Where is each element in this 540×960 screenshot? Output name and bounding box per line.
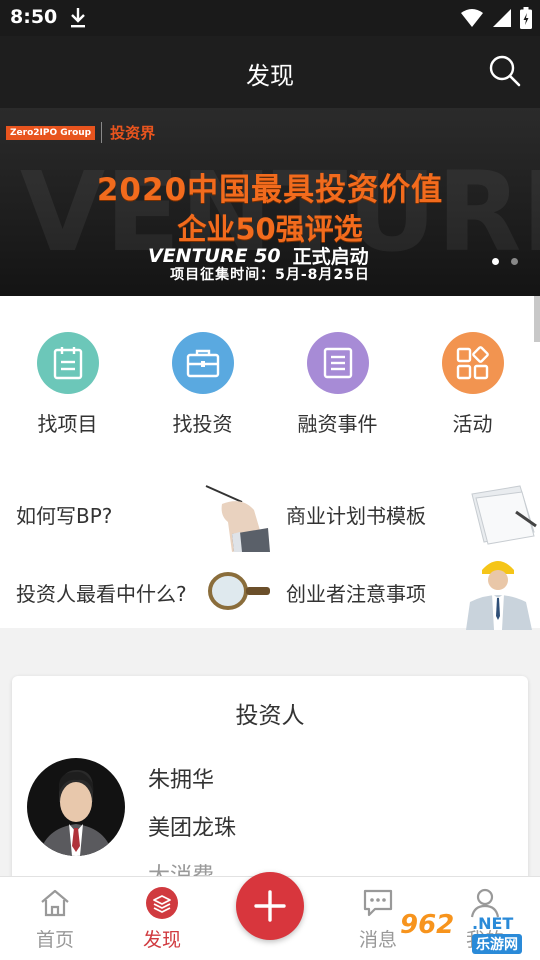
watermark-net: .NET — [472, 914, 514, 933]
promo-banner[interactable]: VENTURE50 Zero2IPO Group 投资界 2020中国最具投资价… — [0, 108, 540, 296]
nav-label: 融资事件 — [297, 412, 378, 436]
nav-find-investment[interactable]: 找投资 — [135, 332, 270, 437]
nav-find-project[interactable]: 找项目 — [0, 332, 135, 437]
paper-stack-icon — [471, 485, 537, 545]
battery-icon — [520, 7, 532, 29]
nav-activities[interactable]: 活动 — [405, 332, 540, 437]
brand-logo: 投资界 — [101, 122, 155, 143]
nav-label: 活动 — [452, 412, 493, 436]
banner-pager — [492, 258, 518, 265]
tab-label: 消息 — [358, 929, 397, 951]
briefcase-icon — [171, 332, 234, 394]
grid-shapes-icon — [441, 332, 504, 394]
investor-card[interactable]: 投资人 朱拥华 美团龙珠 大消费 — [12, 676, 528, 886]
watermark-number: 962 — [400, 910, 455, 940]
add-button[interactable] — [236, 872, 304, 940]
investor-company: 美团龙珠 — [148, 816, 237, 841]
nav-funding-events[interactable]: 融资事件 — [270, 332, 405, 437]
title-bar: 发现 — [0, 36, 540, 108]
guide-founder-notes[interactable]: 创业者注意事项 — [270, 554, 540, 630]
guide-label: 创业者注意事项 — [286, 582, 426, 606]
download-icon — [71, 8, 85, 28]
discover-section: 找项目 找投资 融资事件 活动 如何写BP? 商业计划书模板 投资人最看中什么?… — [0, 296, 540, 630]
guide-what-investors-value[interactable]: 投资人最看中什么? — [0, 554, 270, 630]
pager-dot[interactable] — [511, 258, 518, 265]
investor-name: 朱拥华 — [148, 768, 215, 793]
banner-logo: Zero2IPO Group 投资界 — [6, 122, 155, 143]
card-title: 投资人 — [235, 703, 305, 729]
site-watermark: 962 .NET 乐游网 — [398, 910, 538, 954]
clipboard-icon — [36, 332, 99, 394]
magnifier-icon — [208, 572, 270, 610]
guide-how-to-write-bp[interactable]: 如何写BP? — [0, 476, 270, 552]
chat-icon — [363, 889, 393, 917]
list-doc-icon — [306, 332, 369, 394]
banner-period: 项目征集时间：5月-8月25日 — [170, 267, 370, 283]
page-title: 发现 — [246, 62, 294, 90]
tab-label: 发现 — [142, 929, 181, 951]
status-bar: 8:50 — [0, 0, 540, 36]
tab-label: 首页 — [35, 929, 74, 951]
plus-icon — [254, 890, 286, 922]
search-icon[interactable] — [488, 54, 522, 88]
guide-label: 如何写BP? — [16, 504, 113, 528]
guide-label: 商业计划书模板 — [286, 504, 426, 528]
quick-nav: 找项目 找投资 融资事件 活动 — [0, 332, 540, 437]
guide-label: 投资人最看中什么? — [16, 582, 187, 606]
signal-icon — [493, 9, 511, 27]
layers-icon — [146, 887, 178, 919]
worker-helmet-icon — [466, 561, 532, 630]
nav-label: 找投资 — [172, 412, 233, 436]
nav-label: 找项目 — [37, 412, 98, 436]
tab-discover[interactable]: 发现 — [117, 877, 207, 960]
wifi-icon — [461, 9, 483, 27]
home-icon — [41, 889, 69, 917]
avatar[interactable] — [27, 758, 125, 856]
tab-home[interactable]: 首页 — [10, 877, 100, 960]
pager-dot-active[interactable] — [492, 258, 499, 265]
zero2ipo-logo: Zero2IPO Group — [6, 125, 96, 140]
banner-headline: 2020中国最具投资价值 — [96, 172, 444, 208]
watermark-text: 乐游网 — [472, 934, 522, 954]
status-time: 8:50 — [10, 6, 58, 28]
hand-pen-icon — [205, 485, 270, 552]
guide-bp-template[interactable]: 商业计划书模板 — [270, 476, 540, 552]
status-icons — [460, 6, 532, 30]
